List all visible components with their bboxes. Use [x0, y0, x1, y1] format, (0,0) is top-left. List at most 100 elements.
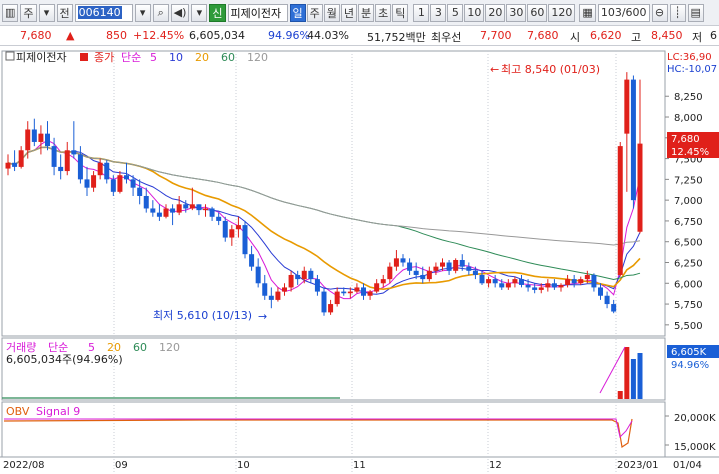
candle-body	[407, 262, 413, 271]
x-tick-label: 12	[489, 460, 502, 471]
code-dropdown-icon[interactable]: ▾	[134, 3, 151, 22]
interval-tab-5[interactable]: 5	[447, 3, 464, 22]
candle-body	[347, 291, 353, 294]
candle-body	[341, 291, 347, 294]
y-tick-label: 6,000	[674, 279, 703, 290]
volume-bar	[624, 347, 630, 399]
candle-body	[472, 270, 478, 275]
candle-body	[558, 284, 564, 288]
x-tick-label: 01/04	[673, 460, 702, 471]
candle-count-input[interactable]: 103/600	[597, 3, 650, 22]
interval-tab-1[interactable]: 1	[413, 3, 430, 22]
candle-body	[308, 270, 314, 280]
candle-body	[387, 266, 393, 280]
high-annotation: 최고 8,540 (01/03)	[501, 63, 600, 76]
x-tick-label: 2022/08	[3, 460, 45, 471]
layout-icon[interactable]: ▤	[687, 3, 704, 22]
obv-title: OBV	[6, 405, 30, 418]
volume-value: 6,605,034	[189, 29, 245, 42]
ma-legend-60: 60	[221, 51, 235, 64]
candle-body	[624, 79, 630, 134]
period-tabs: 일주월년분초틱	[289, 3, 409, 22]
low-price: 6	[710, 29, 717, 42]
mode-dropdown-icon[interactable]: ▾	[38, 3, 55, 22]
candle-body	[551, 283, 557, 288]
chart-menu-icon[interactable]: ▥	[2, 3, 19, 22]
obv-signal: Signal 9	[36, 405, 80, 418]
candle-body	[598, 287, 603, 296]
candle-body	[301, 270, 307, 280]
period-tab-6[interactable]: 틱	[392, 3, 409, 22]
stock-code-input[interactable]: 006140	[74, 3, 133, 22]
mode-select[interactable]: 주	[20, 3, 37, 22]
candle-body	[64, 150, 70, 172]
y-tick-label: 7,000	[674, 196, 703, 207]
interval-tab-60[interactable]: 60	[527, 3, 548, 22]
x-tick-label: 10	[237, 460, 250, 471]
period-tab-3[interactable]: 년	[340, 3, 358, 22]
candle-body	[367, 291, 373, 296]
candle-body	[51, 146, 57, 167]
period-tab-4[interactable]: 분	[358, 3, 375, 22]
y-tick-label: 8,250	[674, 92, 703, 103]
candle-body	[565, 279, 571, 285]
candle-body	[143, 195, 149, 209]
interval-tab-3[interactable]: 3	[430, 3, 447, 22]
candle-body	[604, 295, 610, 305]
candle-body	[176, 204, 182, 213]
candle-body	[499, 283, 505, 288]
y-tick-label: 6,500	[674, 238, 703, 249]
interval-tab-120[interactable]: 120	[548, 3, 576, 22]
zoom-out-icon[interactable]: ⊖	[651, 3, 668, 22]
sound-icon[interactable]: ◀)	[170, 3, 190, 22]
period-tab-2[interactable]: 월	[323, 3, 340, 22]
high-arrow-icon: ←	[490, 63, 499, 76]
period-tab-5[interactable]: 초	[375, 3, 392, 22]
period-tab-1[interactable]: 주	[306, 3, 323, 22]
candle-body	[295, 274, 301, 280]
low-arrow-icon: →	[258, 310, 267, 323]
new-listing-badge[interactable]: 신	[209, 3, 226, 22]
legend-close: 종가	[94, 51, 114, 64]
candle-body	[268, 295, 274, 300]
candle-body	[130, 179, 136, 188]
period-tab-0[interactable]: 일	[289, 3, 306, 22]
search-icon[interactable]: ⌕	[152, 3, 169, 22]
calendar-icon[interactable]: ▦	[579, 3, 596, 22]
candle-body	[196, 204, 202, 211]
price-chart[interactable]: 8,2508,0007,7507,5007,2507,0006,7506,500…	[0, 47, 719, 474]
candle-body	[321, 291, 327, 313]
interval-tab-30[interactable]: 30	[506, 3, 527, 22]
vol-ma-legend-60: 60	[133, 341, 147, 354]
candle-body	[183, 204, 189, 209]
candle-body	[203, 208, 208, 211]
candle-body	[617, 146, 623, 275]
candle-body	[5, 162, 11, 169]
candle-body	[38, 133, 44, 142]
interval-tab-10[interactable]: 10	[464, 3, 485, 22]
candle-body	[209, 208, 215, 217]
candle-body	[25, 129, 31, 151]
prefix-button[interactable]: 전	[56, 3, 73, 22]
candle-body	[150, 208, 156, 213]
candle-body	[512, 279, 518, 284]
candle-body	[31, 129, 37, 142]
candle-body	[611, 304, 617, 312]
candle-body	[255, 266, 261, 284]
obv-tick-15000k: 15,000K	[674, 442, 716, 453]
sound-dropdown-icon[interactable]: ▾	[191, 3, 208, 22]
candle-body	[578, 279, 584, 284]
volume-bar	[630, 359, 636, 399]
candle-body	[354, 287, 360, 292]
candle-body	[486, 279, 492, 284]
bid-price: 7,680	[527, 29, 559, 42]
interval-tab-20[interactable]: 20	[485, 3, 506, 22]
turnover-ratio: 44.03%	[307, 29, 349, 42]
current-price: 7,680	[20, 29, 52, 42]
y-tick-label: 6,750	[674, 217, 703, 228]
candle-body	[71, 150, 77, 155]
candle-body	[91, 175, 97, 188]
dotted-line-icon[interactable]: ┊	[669, 3, 686, 22]
candle-body	[525, 284, 531, 288]
candle-body	[222, 220, 228, 238]
